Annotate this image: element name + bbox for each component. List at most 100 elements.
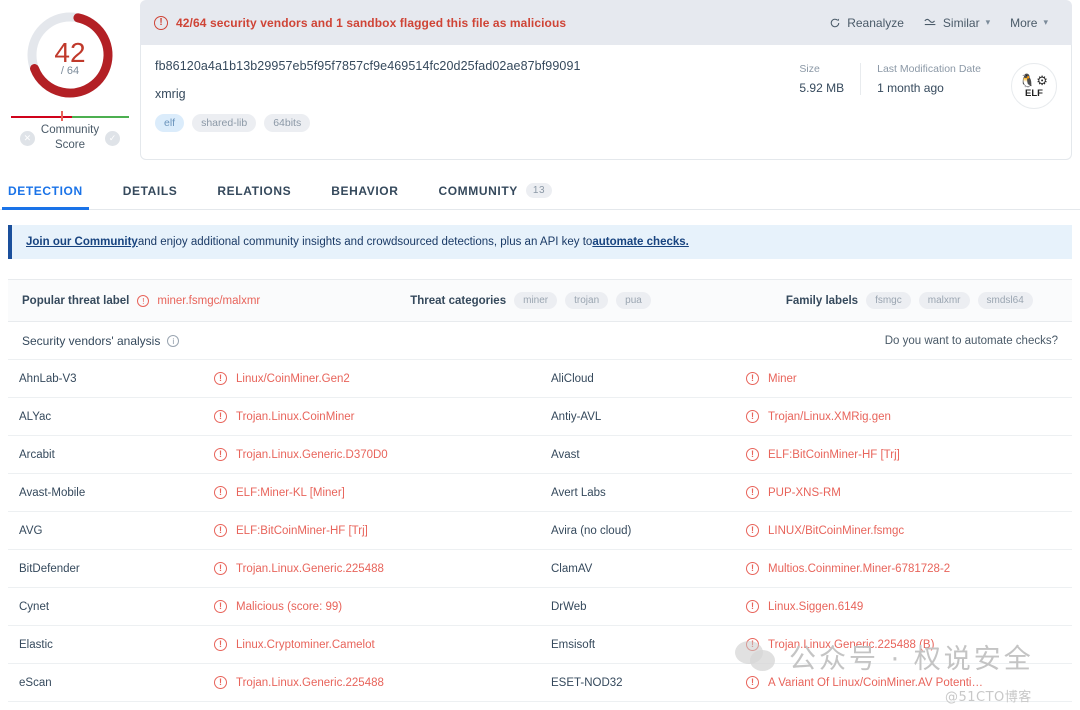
tab-details[interactable]: DETAILS xyxy=(123,184,178,209)
vendor-name: Arcabit xyxy=(19,448,55,461)
vendor-name: AhnLab-V3 xyxy=(19,372,77,385)
file-tag[interactable]: shared-lib xyxy=(192,114,257,132)
file-size-label: Size xyxy=(799,63,820,75)
threat-summary-row: Popular threat label ! miner.fsmgc/malxm… xyxy=(8,279,1072,322)
automate-checks-link[interactable]: automate checks. xyxy=(592,236,689,248)
exclamation-circle-icon: ! xyxy=(746,676,759,689)
vendor-cell: Avast-Mobile ! ELF:Miner-KL [Miner] xyxy=(8,474,540,511)
file-size-value: 5.92 MB xyxy=(799,81,845,95)
vendor-result[interactable]: ! LINUX/BitCoinMiner.fsmgc xyxy=(746,524,904,537)
vendor-result[interactable]: ! PUP-XNS-RM xyxy=(746,486,841,499)
family-label-chip[interactable]: malxmr xyxy=(918,292,970,309)
community-score-bar xyxy=(11,111,129,121)
vendor-result[interactable]: ! Trojan.Linux.CoinMiner xyxy=(214,410,354,423)
threat-category-chip[interactable]: pua xyxy=(616,292,651,309)
tab-detection[interactable]: DETECTION xyxy=(2,184,89,210)
tab-behavior[interactable]: BEHAVIOR xyxy=(331,184,398,209)
vendor-cell: Avert Labs ! PUP-XNS-RM xyxy=(540,474,1072,511)
exclamation-circle-icon: ! xyxy=(746,638,759,651)
vendor-result[interactable]: ! Linux.Cryptominer.Camelot xyxy=(214,638,375,651)
vendor-result[interactable]: ! Trojan/Linux.XMRig.gen xyxy=(746,410,891,423)
vendor-result[interactable]: ! Miner xyxy=(746,372,797,385)
exclamation-circle-icon: ! xyxy=(746,600,759,613)
vendor-name: ClamAV xyxy=(551,562,593,575)
vendor-result[interactable]: ! Multios.Coinminer.Miner-6781728-2 xyxy=(746,562,950,575)
popular-threat-label-title: Popular threat label xyxy=(22,294,130,307)
threat-category-chip[interactable]: miner xyxy=(514,292,558,309)
vendor-result-text: ELF:BitCoinMiner-HF [Trj] xyxy=(236,524,368,537)
join-community-link[interactable]: Join our Community xyxy=(26,236,138,248)
vendor-result-text: Trojan.Linux.Generic.D370D0 xyxy=(236,448,388,461)
community-score: ✕ Community Score ✓ xyxy=(6,111,134,153)
vendor-result[interactable]: ! A Variant Of Linux/CoinMiner.AV Potenti… xyxy=(746,676,983,689)
vendor-result-text: ELF:BitCoinMiner-HF [Trj] xyxy=(768,448,900,461)
vendor-cell: BitDefender ! Trojan.Linux.Generic.225488 xyxy=(8,550,540,587)
tab-community-badge: 13 xyxy=(525,183,553,198)
exclamation-circle-icon: ! xyxy=(746,562,759,575)
vendor-name: AliCloud xyxy=(551,372,594,385)
family-label-chip[interactable]: fsmgc xyxy=(866,292,911,309)
table-row: BitDefender ! Trojan.Linux.Generic.225488… xyxy=(8,550,1072,588)
tab-details-label: DETAILS xyxy=(122,184,178,198)
tab-relations-label: RELATIONS xyxy=(217,184,292,198)
file-tag[interactable]: elf xyxy=(155,114,185,132)
tab-community-label: COMMUNITY xyxy=(438,183,518,198)
vendor-result[interactable]: ! Trojan.Linux.Generic.225488 xyxy=(214,562,384,575)
reanalyze-button[interactable]: Reanalyze xyxy=(829,16,904,30)
popular-threat-label-value[interactable]: miner.fsmgc/malxmr xyxy=(157,295,260,307)
vendor-result[interactable]: ! Trojan.Linux.Generic.225488 (B) xyxy=(746,638,934,651)
tab-relations[interactable]: RELATIONS xyxy=(217,184,291,209)
vendor-result[interactable]: ! Trojan.Linux.Generic.225488 xyxy=(214,676,384,689)
vendor-result-text: Linux/CoinMiner.Gen2 xyxy=(236,372,350,385)
chevron-down-icon: ▾ xyxy=(1043,17,1048,27)
info-circle-icon[interactable]: i xyxy=(167,335,180,347)
file-summary-header: 42 / 64 ✕ Community Score ✓ ! 42/64 secu… xyxy=(0,0,1080,160)
vendor-result[interactable]: ! ELF:BitCoinMiner-HF [Trj] xyxy=(746,448,900,461)
vendor-result[interactable]: ! Malicious (score: 99) xyxy=(214,600,342,613)
table-row: Cynet ! Malicious (score: 99) DrWeb ! Linu… xyxy=(8,588,1072,626)
exclamation-circle-icon: ! xyxy=(214,486,227,499)
community-score-marker xyxy=(61,111,63,121)
vendor-result[interactable]: ! ELF:Miner-KL [Miner] xyxy=(214,486,345,499)
security-vendors-table: AhnLab-V3 ! Linux/CoinMiner.Gen2 AliCloud… xyxy=(8,359,1072,702)
vendor-result-text: PUP-XNS-RM xyxy=(768,486,841,499)
exclamation-circle-icon: ! xyxy=(214,638,227,651)
vendor-result[interactable]: ! Linux.Siggen.6149 xyxy=(746,600,863,613)
family-label-chip[interactable]: smdsl64 xyxy=(977,292,1033,309)
automate-checks-question[interactable]: Do you want to automate checks? xyxy=(885,335,1058,347)
table-row: AVG ! ELF:BitCoinMiner-HF [Trj] Avira (no… xyxy=(8,512,1072,550)
vendor-result-text: Trojan.Linux.CoinMiner xyxy=(236,410,355,423)
vendor-result[interactable]: ! Linux/CoinMiner.Gen2 xyxy=(214,372,350,385)
table-row: ALYac ! Trojan.Linux.CoinMiner Antiy-AVL … xyxy=(8,398,1072,436)
popular-threat-label: Popular threat label ! miner.fsmgc/malxm… xyxy=(22,294,260,307)
vendor-name: Cynet xyxy=(19,600,50,613)
join-community-banner: Join our Community and enjoy additional … xyxy=(8,225,1072,259)
vendor-result-text: ELF:Miner-KL [Miner] xyxy=(236,486,345,499)
vendor-result[interactable]: ! Trojan.Linux.Generic.D370D0 xyxy=(214,448,388,461)
similar-button[interactable]: Similar ▾ xyxy=(924,16,990,30)
vendor-result-text: Trojan/Linux.XMRig.gen xyxy=(768,410,891,423)
detection-gauge: 42 / 64 ✕ Community Score ✓ xyxy=(0,0,140,160)
vendor-name: ESET-NOD32 xyxy=(551,676,623,689)
more-button[interactable]: More ▾ xyxy=(1010,16,1048,30)
tab-community[interactable]: COMMUNITY 13 xyxy=(438,183,553,209)
table-row: eScan ! Trojan.Linux.Generic.225488 ESET-… xyxy=(8,664,1072,702)
community-score-label-2: Score xyxy=(54,139,86,151)
vendor-cell: ClamAV ! Multios.Coinminer.Miner-6781728-… xyxy=(540,550,1072,587)
file-lastmod-value: 1 month ago xyxy=(877,81,944,95)
more-label: More xyxy=(1010,15,1038,30)
file-hash[interactable]: fb86120a4a1b13b29957eb5f95f7857cf9e46951… xyxy=(155,59,785,73)
vendor-name: Elastic xyxy=(19,638,53,651)
circle-check-icon: ✓ xyxy=(105,130,121,146)
family-labels-title: Family labels xyxy=(785,294,859,307)
file-name: xmrig xyxy=(155,87,186,101)
tab-detection-label: DETECTION xyxy=(8,184,83,198)
file-last-modification: Last Modification Date 1 month ago xyxy=(860,63,997,95)
vendor-result-text: Malicious (score: 99) xyxy=(236,600,343,613)
vendor-cell: Cynet ! Malicious (score: 99) xyxy=(8,588,540,625)
file-tag[interactable]: 64bits xyxy=(264,114,311,132)
vendor-result[interactable]: ! ELF:BitCoinMiner-HF [Trj] xyxy=(214,524,368,537)
threat-category-chip[interactable]: trojan xyxy=(565,292,609,309)
exclamation-circle-icon: ! xyxy=(214,562,227,575)
table-row: Avast-Mobile ! ELF:Miner-KL [Miner] Avert… xyxy=(8,474,1072,512)
